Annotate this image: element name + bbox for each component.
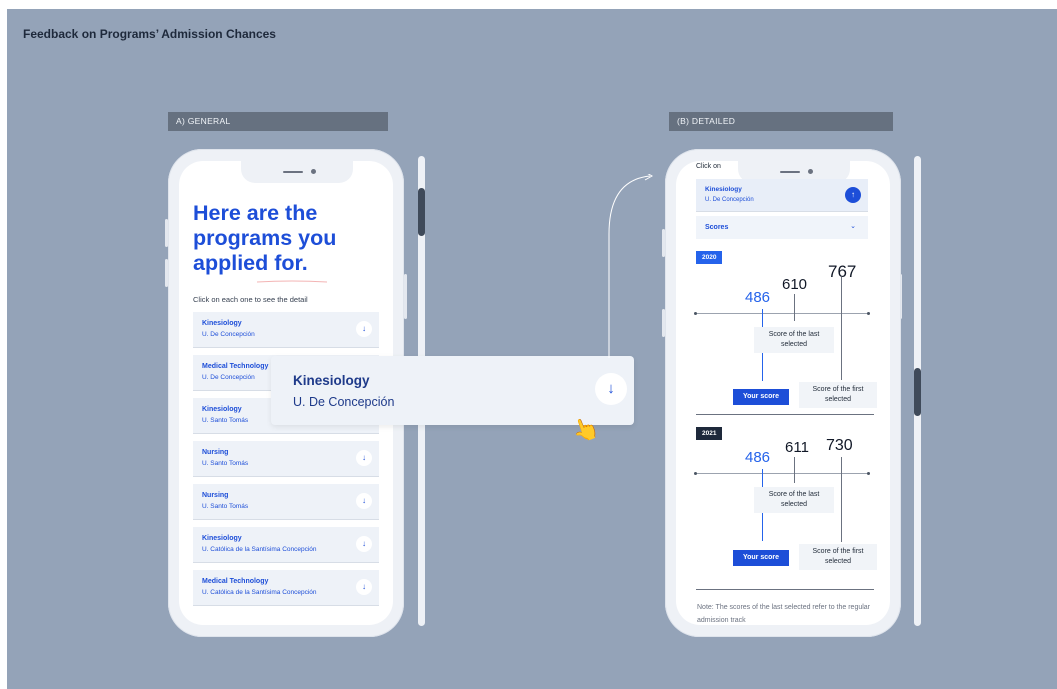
expand-arrow-icon[interactable]: ↓ (356, 493, 372, 509)
program-card[interactable]: Nursing U. Santo Tomás ↓ (193, 484, 379, 520)
detail-program-card[interactable]: Kinesiology U. De Concepción ↑ (696, 179, 868, 212)
click-hint: Click on each one to see the detail (193, 295, 308, 304)
phone-side-button (404, 274, 407, 319)
last-selected-line (794, 294, 795, 321)
axis-end-right (867, 472, 870, 475)
last-selected-score: 610 (782, 276, 808, 293)
program-card[interactable]: Medical Technology U. Católica de la San… (193, 570, 379, 606)
first-selected-score: 767 (828, 262, 857, 281)
program-card[interactable]: Kinesiology U. Católica de la Santísima … (193, 527, 379, 563)
first-selected-label: Score of the first selected (799, 544, 877, 570)
expanded-program-card[interactable]: Kinesiology U. De Concepción ↓ (271, 356, 634, 425)
score-axis (696, 313, 868, 314)
expand-arrow-icon[interactable]: ↓ (356, 321, 372, 337)
year-badge-2021: 2021 (696, 427, 723, 440)
speaker (283, 171, 303, 173)
year-separator (696, 589, 874, 590)
program-name: Nursing (202, 492, 229, 499)
program-name: Kinesiology (202, 406, 242, 413)
first-selected-line (841, 277, 842, 380)
axis-end-right (867, 312, 870, 315)
last-selected-score: 611 (785, 439, 809, 456)
your-score-value: 486 (745, 449, 771, 466)
last-selected-label: Score of the last selected (754, 487, 834, 513)
program-university: U. De Concepción (202, 374, 255, 381)
scrollbar-detailed[interactable] (914, 156, 921, 626)
program-university: U. Santo Tomás (202, 460, 249, 467)
scores-label: Scores (705, 224, 729, 231)
program-name: Medical Technology (202, 578, 269, 585)
hero-underline (257, 280, 327, 283)
section-tag-general: A) GENERAL (168, 112, 388, 131)
speaker (780, 171, 800, 173)
last-selected-line (794, 457, 795, 483)
program-name: Medical Technology (202, 363, 269, 370)
camera (311, 169, 316, 174)
canvas: Feedback on Programs’ Admission Chances … (7, 9, 1057, 689)
expand-arrow-icon[interactable]: ↓ (356, 450, 372, 466)
program-name: Kinesiology (705, 186, 742, 193)
program-university: U. De Concepción (202, 331, 255, 338)
expanded-program-university: U. De Concepción (293, 395, 395, 409)
transition-arrow-icon (608, 174, 654, 358)
first-selected-score: 730 (826, 437, 853, 454)
chevron-down-icon: ⌄ (850, 223, 856, 230)
scrollbar-thumb[interactable] (914, 368, 921, 416)
program-card[interactable]: Kinesiology U. De Concepción ↓ (193, 312, 379, 348)
program-university: U. De Concepción (705, 197, 754, 203)
year-separator (696, 414, 874, 415)
phone-notch (241, 161, 353, 183)
expand-arrow-icon[interactable]: ↓ (356, 579, 372, 595)
program-university: U. Santo Tomás (202, 503, 249, 510)
page-title: Feedback on Programs’ Admission Chances (23, 27, 276, 41)
section-tag-detailed: (B) DETAILED (669, 112, 893, 131)
program-name: Kinesiology (202, 320, 242, 327)
program-university: U. Católica de la Santísima Concepción (202, 546, 317, 553)
year-badge-2020: 2020 (696, 251, 723, 264)
expand-arrow-icon[interactable]: ↓ (595, 373, 627, 405)
axis-end-left (694, 472, 697, 475)
expanded-program-name: Kinesiology (293, 373, 370, 388)
program-university: U. Católica de la Santísima Concepción (202, 589, 317, 596)
program-university: U. Santo Tomás (202, 417, 249, 424)
scrollbar-thumb[interactable] (418, 188, 425, 236)
your-score-badge: Your score (733, 550, 789, 566)
axis-end-left (694, 312, 697, 315)
first-selected-label: Score of the first selected (799, 382, 877, 408)
hero-heading: Here are the programs you applied for. (193, 201, 337, 275)
your-score-value: 486 (745, 289, 771, 306)
footnote: Note: The scores of the last selected re… (697, 604, 871, 624)
program-name: Nursing (202, 449, 229, 456)
scores-dropdown[interactable]: Scores ⌄ (696, 216, 868, 239)
score-axis (696, 473, 868, 474)
collapse-arrow-icon[interactable]: ↑ (845, 187, 861, 203)
your-score-badge: Your score (733, 389, 789, 405)
program-card[interactable]: Nursing U. Santo Tomás ↓ (193, 441, 379, 477)
camera (808, 169, 813, 174)
last-selected-label: Score of the last selected (754, 327, 834, 353)
expand-arrow-icon[interactable]: ↓ (356, 536, 372, 552)
first-selected-line (841, 457, 842, 542)
program-name: Kinesiology (202, 535, 242, 542)
click-on-hint: Click on (696, 163, 721, 170)
